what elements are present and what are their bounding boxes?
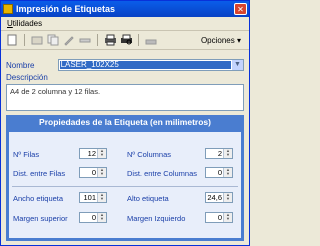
title-bar[interactable]: Impresión de Etiquetas ✕ <box>1 1 249 17</box>
toolbar-separator <box>24 34 25 46</box>
opciones-menu[interactable]: Opciones ▾ <box>201 36 241 45</box>
alto-field: Alto etiqueta <box>127 194 169 203</box>
dist-filas-stepper[interactable]: 0 ▲ ▼ <box>79 167 107 178</box>
chevron-down-icon: ▾ <box>236 35 241 45</box>
properties-title: Propiedades de la Etiqueta (en milimetro… <box>39 117 211 127</box>
properties-panel: Propiedades de la Etiqueta (en milimetro… <box>6 115 244 241</box>
toolbar: Opciones ▾ <box>1 31 249 50</box>
dist-filas-field: Dist. entre Filas <box>13 169 65 178</box>
toolbar-separator <box>138 34 139 46</box>
ancho-stepper[interactable]: 101 ▲ ▼ <box>79 192 107 203</box>
stepper-arrows-icon[interactable]: ▲ ▼ <box>223 213 232 222</box>
print-icon[interactable] <box>103 33 117 47</box>
columnas-field: Nº Columnas <box>127 150 171 159</box>
alto-stepper[interactable]: 24,6 ▲ ▼ <box>205 192 233 203</box>
margen-izq-field: Margen Izquierdo <box>127 214 185 223</box>
toolbar-separator <box>97 34 98 46</box>
divider <box>12 186 238 187</box>
nombre-value: LASER_102X25 <box>59 61 231 69</box>
chevron-down-icon[interactable]: ▼ <box>232 60 243 70</box>
delete-icon[interactable] <box>78 33 92 47</box>
edit-icon[interactable] <box>62 33 76 47</box>
menu-utilidades[interactable]: Utilidades <box>7 19 42 28</box>
filas-label: Nº Filas <box>13 150 40 159</box>
print-labels-window: Impresión de Etiquetas ✕ Utilidades Opci… <box>0 0 250 246</box>
filas-stepper[interactable]: 12 ▲ ▼ <box>79 148 107 159</box>
settings-icon[interactable] <box>144 33 158 47</box>
open-icon[interactable] <box>30 33 44 47</box>
descripcion-field[interactable]: A4 de 2 columna y 12 filas. <box>6 84 244 111</box>
stepper-arrows-icon[interactable]: ▲ ▼ <box>223 168 232 177</box>
dist-columnas-label: Dist. entre Columnas <box>127 169 198 178</box>
dist-columnas-field: Dist. entre Columnas <box>127 169 197 178</box>
new-icon[interactable] <box>5 33 19 47</box>
alto-label: Alto etiqueta <box>127 194 169 203</box>
margen-izq-label: Margen Izquierdo <box>127 214 186 223</box>
stepper-arrows-icon[interactable]: ▲ ▼ <box>97 168 106 177</box>
dist-filas-label: Dist. entre Filas <box>13 169 66 178</box>
stepper-arrows-icon[interactable]: ▲ ▼ <box>223 193 232 202</box>
columnas-label: Nº Columnas <box>127 150 172 159</box>
margen-izq-stepper[interactable]: 0 ▲ ▼ <box>205 212 233 223</box>
ancho-field: Ancho etiqueta <box>13 194 63 203</box>
menu-bar: Utilidades <box>1 17 249 31</box>
margen-sup-stepper[interactable]: 0 ▲ ▼ <box>79 212 107 223</box>
copy-icon[interactable] <box>46 33 60 47</box>
print-preview-icon[interactable] <box>119 33 133 47</box>
margen-sup-label: Margen superior <box>13 214 68 223</box>
close-button[interactable]: ✕ <box>234 3 247 15</box>
stepper-arrows-icon[interactable]: ▲ ▼ <box>223 149 232 158</box>
window-title: Impresión de Etiquetas <box>16 4 116 14</box>
columnas-stepper[interactable]: 2 ▲ ▼ <box>205 148 233 159</box>
margen-sup-field: Margen superior <box>13 214 68 223</box>
ancho-label: Ancho etiqueta <box>13 194 64 203</box>
app-icon <box>3 4 13 14</box>
dist-columnas-stepper[interactable]: 0 ▲ ▼ <box>205 167 233 178</box>
stepper-arrows-icon[interactable]: ▲ ▼ <box>97 149 106 158</box>
nombre-combobox[interactable]: LASER_102X25 ▼ <box>57 59 244 71</box>
properties-body: Nº Filas 12 ▲ ▼ Nº Columnas 2 ▲ ▼ Dist. entr… <box>9 132 241 238</box>
descripcion-label: Descripción <box>6 73 48 82</box>
stepper-arrows-icon[interactable]: ▲ ▼ <box>97 193 106 202</box>
nombre-row: Nombre LASER_102X25 ▼ <box>6 59 244 71</box>
filas-field: Nº Filas <box>13 150 39 159</box>
nombre-label: Nombre <box>6 60 35 70</box>
stepper-arrows-icon[interactable]: ▲ ▼ <box>97 213 106 222</box>
